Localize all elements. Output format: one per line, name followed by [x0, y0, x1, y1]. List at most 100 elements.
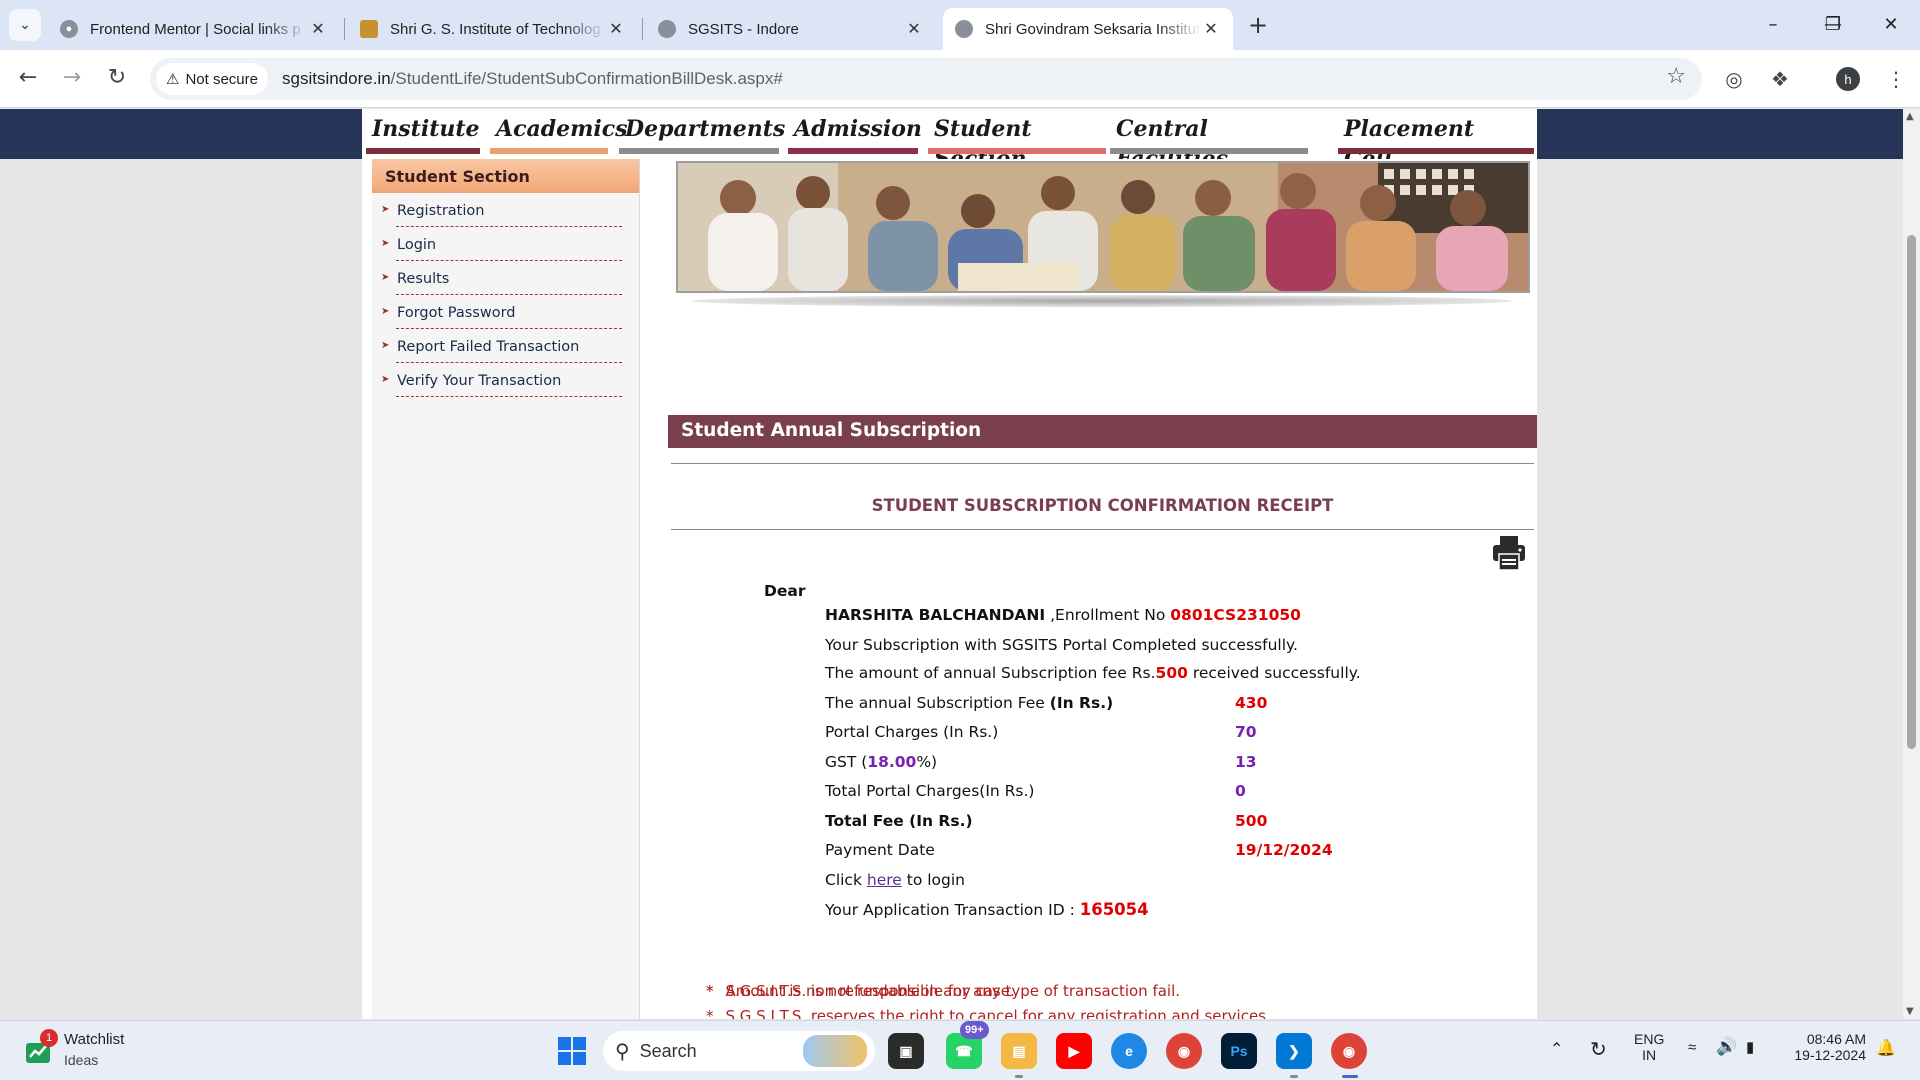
photoshop-icon[interactable]: Ps [1221, 1033, 1257, 1069]
close-tab-icon[interactable]: ✕ [904, 19, 924, 39]
volume-icon[interactable]: 🔊 [1716, 1037, 1737, 1057]
wifi-icon[interactable]: ≈ [1688, 1039, 1696, 1056]
file-explorer-icon[interactable]: ▤ [1001, 1033, 1037, 1069]
not-secure-chip[interactable]: ⚠ Not secure [156, 63, 268, 95]
site-main-menu: Institute Academics Departments Admissio… [362, 109, 1537, 172]
menu-item-academics[interactable]: Academics [490, 114, 628, 154]
sidebar-item-results[interactable]: ➤ Results [381, 261, 622, 295]
total-fee-label: Total Fee (In Rs.) [825, 812, 973, 830]
printer-icon-svg [1493, 536, 1525, 571]
payment-date-label: Payment Date [825, 841, 935, 859]
battery-icon[interactable]: ▮ [1746, 1038, 1754, 1056]
tab-title: Frontend Mentor | Social links p [90, 20, 301, 38]
menu-underline [788, 148, 918, 154]
browser-toolbar: ← → ↻ ⚠ Not secure sgsitsindore.in/Stude… [0, 50, 1920, 108]
sidebar-item-label: Report Failed Transaction [397, 339, 580, 355]
printer-icon[interactable] [1490, 534, 1528, 572]
click-suffix: to login [901, 871, 965, 889]
clock[interactable]: 08:46 AM 19-12-2024 [1786, 1031, 1866, 1063]
language-indicator[interactable]: ENG IN [1634, 1031, 1664, 1063]
whatsapp-icon[interactable]: ☎ 99+ [946, 1021, 989, 1069]
tab-separator [642, 18, 643, 40]
language-code: ENG [1634, 1031, 1665, 1047]
sidebar-item-label: Login [397, 237, 437, 253]
forward-arrow-icon[interactable]: → [56, 63, 88, 95]
windows-logo-icon [558, 1037, 586, 1065]
task-view-icon[interactable]: ▣ [888, 1033, 924, 1069]
page-scrollbar[interactable]: ▲ ▼ [1903, 109, 1920, 1019]
menu-item-departments[interactable]: Departments [619, 114, 785, 154]
google-lens-icon[interactable]: ◎ [1718, 63, 1750, 95]
divider [671, 463, 1534, 464]
widget-badge: 1 [40, 1029, 58, 1047]
chrome-icon[interactable]: ◉ [1166, 1033, 1202, 1069]
arrow-bullet-icon: ➤ [381, 204, 390, 215]
sidebar-item-login[interactable]: ➤ Login [381, 227, 622, 261]
menu-item-student-section[interactable]: Student Section [928, 114, 1106, 172]
sidebar-item-registration[interactable]: ➤ Registration [381, 193, 622, 227]
close-tab-icon[interactable]: ✕ [1201, 19, 1221, 39]
globe-favicon-icon [955, 20, 973, 38]
sidebar-item-verify-transaction[interactable]: ➤ Verify Your Transaction [381, 363, 622, 397]
gst-value: 13 [1235, 753, 1257, 771]
login-here-link[interactable]: here [867, 871, 902, 889]
browser-tab-sgsits-institute[interactable]: Shri G. S. Institute of Technolog ✕ [348, 8, 638, 50]
enrollment-label: ,Enrollment No [1045, 606, 1171, 624]
browser-tab-frontend-mentor[interactable]: ● Frontend Mentor | Social links p ✕ [48, 8, 340, 50]
amount-line: The amount of annual Subscription fee Rs… [825, 664, 1361, 682]
windows-start-icon[interactable] [556, 1035, 588, 1067]
edge-browser-icon[interactable]: e [1111, 1033, 1147, 1069]
close-tab-icon[interactable]: ✕ [606, 19, 626, 39]
total-portal-charges-value: 0 [1235, 782, 1246, 800]
arrow-bullet-icon: ➤ [381, 374, 390, 385]
scroll-up-arrow-icon[interactable]: ▲ [1906, 111, 1914, 122]
sync-icon[interactable]: ↻ [1590, 1037, 1607, 1062]
transaction-id: 165054 [1079, 900, 1149, 919]
sidebar-heading: Student Section [372, 159, 639, 193]
address-bar[interactable]: ⚠ Not secure sgsitsindore.in/StudentLife… [150, 58, 1702, 100]
tab-search-chevron-icon[interactable]: ⌄ [9, 9, 41, 41]
back-arrow-icon[interactable]: ← [12, 63, 44, 95]
payment-date-value: 19/12/2024 [1235, 841, 1333, 859]
gst-label: GST (18.00%) [825, 753, 937, 771]
menu-item-placement-cell[interactable]: Placement Cell [1338, 114, 1534, 172]
chrome-profile-icon[interactable]: ◉ [1331, 1033, 1367, 1069]
widget-subtitle: Ideas [64, 1052, 99, 1068]
menu-item-admission[interactable]: Admission [788, 114, 922, 154]
show-hidden-icons-chevron-icon[interactable]: ⌃ [1550, 1039, 1563, 1059]
warning-triangle-icon: ⚠ [166, 71, 180, 88]
taskbar-search-input[interactable]: ⚲ Search [603, 1031, 875, 1071]
menu-item-institute[interactable]: Institute [366, 114, 480, 154]
profile-avatar[interactable]: h [1836, 67, 1860, 91]
scrollbar-thumb[interactable] [1907, 235, 1916, 749]
amount-value: 500 [1155, 664, 1188, 682]
clock-time: 08:46 AM [1806, 1031, 1866, 1047]
menu-underline [1338, 148, 1534, 154]
vscode-icon[interactable]: ❯ [1276, 1033, 1312, 1069]
notification-bell-icon[interactable]: 🔔 [1876, 1038, 1896, 1058]
restore-window-icon[interactable]: ❐ [1810, 10, 1856, 40]
browser-tab-sgsits-indore[interactable]: SGSITS - Indore ✕ [646, 8, 936, 50]
close-tab-icon[interactable]: ✕ [308, 19, 328, 39]
note-text: S.G.S.I.T.S. is not responsible for any … [725, 982, 1181, 1000]
widget-title[interactable]: Watchlist [64, 1031, 124, 1048]
url-text[interactable]: sgsitsindore.in/StudentLife/StudentSubCo… [282, 69, 783, 89]
scroll-down-arrow-icon[interactable]: ▼ [1906, 1006, 1914, 1017]
youtube-icon[interactable]: ▶ [1056, 1033, 1092, 1069]
stock-watchlist-widget-icon[interactable]: 1 [24, 1029, 58, 1065]
section-title-bar: Student Annual Subscription [668, 415, 1537, 448]
sidebar-item-report-failed-transaction[interactable]: ➤ Report Failed Transaction [381, 329, 622, 363]
whatsapp-badge: 99+ [960, 1021, 989, 1039]
extensions-puzzle-icon[interactable]: ❖ [1764, 63, 1796, 95]
new-tab-plus-icon[interactable]: + [1244, 12, 1272, 40]
menu-label: Admission [794, 116, 922, 142]
reload-icon[interactable]: ↻ [101, 63, 133, 95]
browser-tab-active[interactable]: Shri Govindram Seksaria Institut ✕ [943, 8, 1233, 50]
minimize-icon[interactable]: – [1750, 10, 1796, 40]
sidebar-item-forgot-password[interactable]: ➤ Forgot Password [381, 295, 622, 329]
menu-item-central-facilities[interactable]: Central Facilities [1110, 114, 1308, 172]
gst-rate: 18.00 [867, 753, 917, 771]
browser-menu-kebab-icon[interactable]: ⋮ [1880, 63, 1912, 95]
close-window-icon[interactable]: ✕ [1868, 10, 1914, 40]
bookmark-star-icon[interactable]: ☆ [1666, 64, 1686, 89]
